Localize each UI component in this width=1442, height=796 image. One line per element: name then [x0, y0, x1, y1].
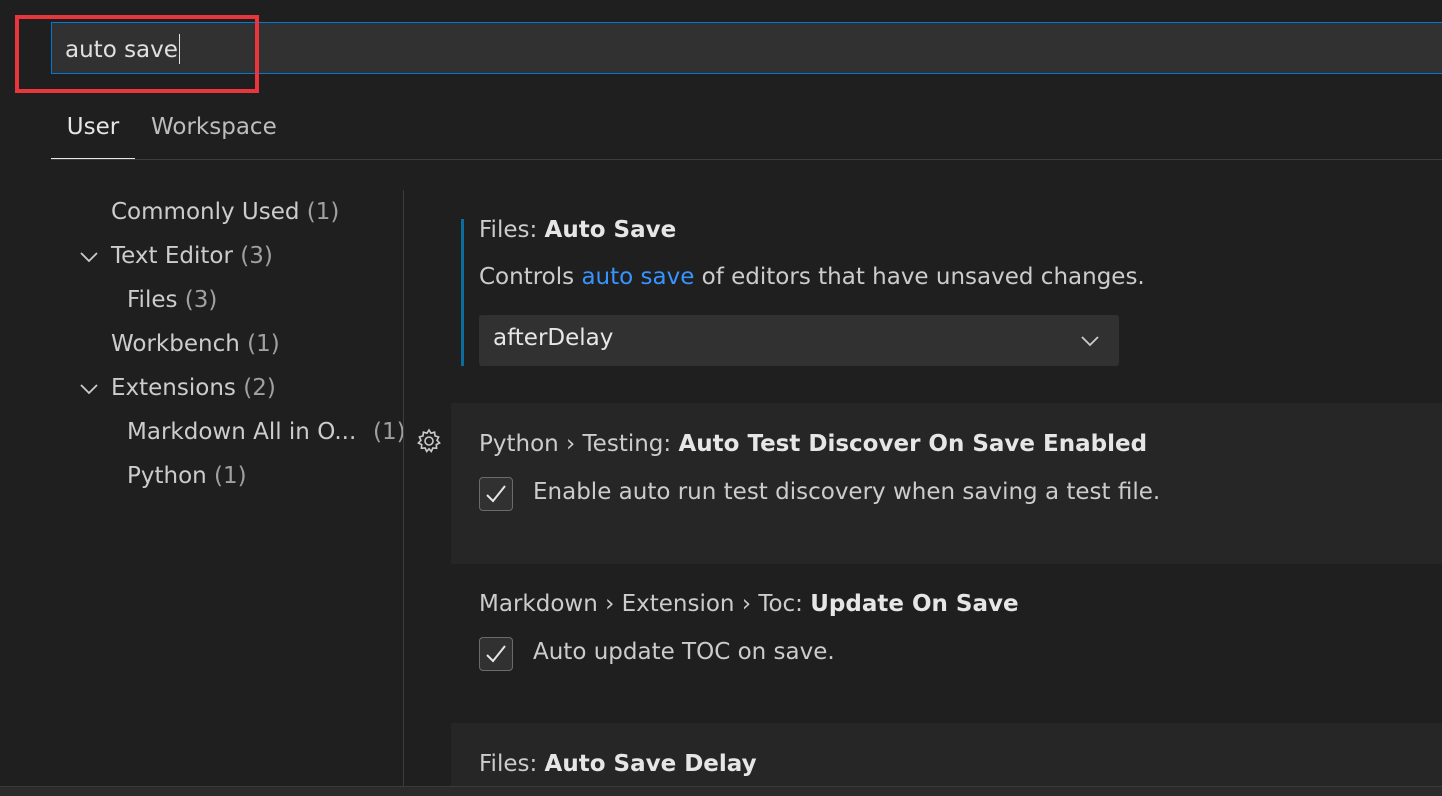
setting-name: Update On Save [810, 591, 1019, 617]
tab-workspace[interactable]: Workspace [151, 107, 277, 160]
checkbox-label: Auto update TOC on save. [533, 639, 835, 665]
toc-item-count: (3) [240, 243, 273, 269]
search-input[interactable]: auto save [65, 34, 180, 64]
toc-item-label: Markdown All in O... [127, 419, 357, 445]
toc-item-python[interactable]: Python (1) [127, 460, 247, 492]
toc-item-files[interactable]: Files (3) [127, 284, 217, 316]
auto-save-link[interactable]: auto save [581, 264, 694, 290]
checkmark-icon [486, 645, 506, 663]
setting-category: Files: [479, 217, 545, 243]
search-settings-box[interactable]: auto save [51, 22, 1442, 74]
toc-item-workbench[interactable]: Workbench (1) [111, 328, 280, 360]
toc-item-count: (1) [214, 463, 247, 489]
setting-title-markdown-toc: Markdown › Extension › Toc: Update On Sa… [479, 591, 1019, 617]
toc-item-count: (2) [243, 375, 276, 401]
setting-title-python-testing: Python › Testing: Auto Test Discover On … [479, 431, 1147, 457]
checkmark-icon [486, 485, 506, 503]
setting-name: Auto Save Delay [544, 751, 757, 777]
setting-category: Markdown › Extension › Toc: [479, 591, 811, 617]
update-toc-on-save-checkbox[interactable] [479, 637, 513, 671]
toc-item-label: Python [127, 463, 207, 489]
auto-test-discover-checkbox[interactable] [479, 477, 513, 511]
settings-editor: auto save User Workspace Commonly Used (… [0, 0, 1442, 796]
toc-item-text-editor[interactable]: Text Editor (3) [111, 240, 273, 272]
bottom-panel-edge [0, 786, 1442, 796]
chevron-down-icon[interactable] [78, 246, 100, 268]
tab-user[interactable]: User [51, 107, 135, 160]
settings-scope-tabs: User Workspace [51, 107, 1442, 160]
setting-category: Python › Testing: [479, 431, 679, 457]
toc-divider [403, 190, 404, 796]
setting-category: Files: [479, 751, 545, 777]
toc-item-label: Text Editor [111, 243, 233, 269]
toc-item-commonly-used[interactable]: Commonly Used (1) [111, 196, 339, 228]
toc-item-markdown-all-in-one[interactable]: Markdown All in O... (1) [127, 416, 406, 448]
toc-item-label: Workbench [111, 331, 240, 357]
auto-save-dropdown[interactable]: afterDelay [479, 315, 1119, 366]
toc-item-label: Files [127, 287, 178, 313]
description-text: of editors that have unsaved changes. [694, 264, 1145, 290]
setting-name: Auto Save [544, 217, 677, 243]
toc-item-label: Commonly Used [111, 199, 300, 225]
toc-item-label: Extensions [111, 375, 236, 401]
tabs-divider [51, 159, 1442, 160]
chevron-down-icon[interactable] [78, 378, 100, 400]
chevron-down-icon [1081, 336, 1099, 347]
setting-title-files-auto-save: Files: Auto Save [479, 217, 676, 243]
toc-item-extensions[interactable]: Extensions (2) [111, 372, 276, 404]
setting-title-auto-save-delay: Files: Auto Save Delay [479, 751, 757, 777]
toc-item-count: (3) [184, 287, 218, 313]
checkbox-label: Enable auto run test discovery when savi… [533, 479, 1161, 505]
setting-name: Auto Test Discover On Save Enabled [678, 431, 1148, 457]
text-caret [178, 34, 180, 64]
dropdown-value: afterDelay [493, 325, 614, 351]
toc-item-count: (1) [306, 199, 340, 225]
focused-setting-indicator [461, 219, 464, 366]
setting-description: Controls auto save of editors that have … [479, 264, 1145, 290]
gear-icon[interactable] [415, 427, 443, 455]
description-text: Controls [479, 264, 582, 290]
settings-toc: Commonly Used (1) Text Editor (3) Files … [0, 190, 406, 790]
toc-item-count: (1) [373, 419, 406, 445]
toc-item-count: (1) [247, 331, 280, 357]
